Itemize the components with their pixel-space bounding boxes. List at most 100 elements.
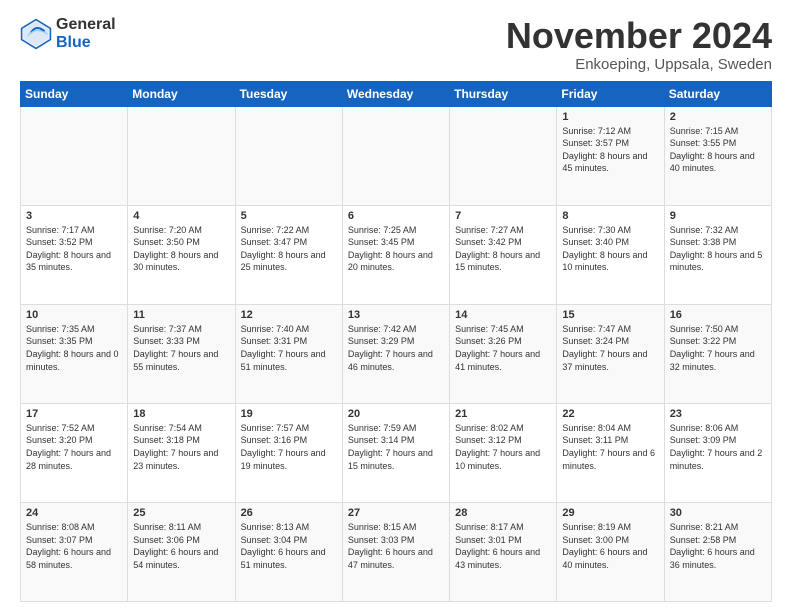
day-info: Sunrise: 7:45 AM Sunset: 3:26 PM Dayligh… <box>455 323 551 373</box>
day-info: Sunrise: 8:11 AM Sunset: 3:06 PM Dayligh… <box>133 521 229 571</box>
weekday-header-thursday: Thursday <box>450 81 557 106</box>
day-info: Sunrise: 7:22 AM Sunset: 3:47 PM Dayligh… <box>241 224 337 274</box>
logo-icon <box>20 18 52 50</box>
weekday-header-wednesday: Wednesday <box>342 81 449 106</box>
day-info: Sunrise: 7:27 AM Sunset: 3:42 PM Dayligh… <box>455 224 551 274</box>
calendar-cell: 15Sunrise: 7:47 AM Sunset: 3:24 PM Dayli… <box>557 304 664 403</box>
calendar-week-2: 3 Sunrise: 7:17 AM Sunset: 3:52 PM Daylig… <box>21 205 772 304</box>
day-number: 21 <box>455 408 551 420</box>
day-number: 30 <box>670 507 766 519</box>
day-number: 5 <box>241 210 337 222</box>
calendar-cell: 4Sunrise: 7:20 AM Sunset: 3:50 PM Daylig… <box>128 205 235 304</box>
calendar-cell: 2 Sunrise: 7:15 AM Sunset: 3:55 PM Daylig… <box>664 106 771 205</box>
day-number: 28 <box>455 507 551 519</box>
calendar-cell: 28Sunrise: 8:17 AM Sunset: 3:01 PM Dayli… <box>450 502 557 601</box>
logo: General Blue <box>20 16 116 51</box>
day-number: 10 <box>26 309 122 321</box>
calendar-week-4: 17 Sunrise: 7:52 AM Sunset: 3:20 PM Dayli… <box>21 403 772 502</box>
calendar-cell: 9 Sunrise: 7:32 AM Sunset: 3:38 PM Daylig… <box>664 205 771 304</box>
day-info: Sunrise: 8:15 AM Sunset: 3:03 PM Dayligh… <box>348 521 444 571</box>
calendar-cell: 8Sunrise: 7:30 AM Sunset: 3:40 PM Daylig… <box>557 205 664 304</box>
day-info: Sunrise: 7:12 AM Sunset: 3:57 PM Dayligh… <box>562 125 658 175</box>
header: General Blue November 2024 Enkoeping, Up… <box>20 16 772 73</box>
day-number: 27 <box>348 507 444 519</box>
day-number: 18 <box>133 408 229 420</box>
day-number: 26 <box>241 507 337 519</box>
day-number: 11 <box>133 309 229 321</box>
calendar-cell: 26Sunrise: 8:13 AM Sunset: 3:04 PM Dayli… <box>235 502 342 601</box>
day-number: 6 <box>348 210 444 222</box>
day-info: Sunrise: 8:02 AM Sunset: 3:12 PM Dayligh… <box>455 422 551 472</box>
day-number: 13 <box>348 309 444 321</box>
day-info: Sunrise: 7:35 AM Sunset: 3:35 PM Dayligh… <box>26 323 122 373</box>
day-number: 2 <box>670 111 766 123</box>
day-info: Sunrise: 7:30 AM Sunset: 3:40 PM Dayligh… <box>562 224 658 274</box>
calendar-cell: 19Sunrise: 7:57 AM Sunset: 3:16 PM Dayli… <box>235 403 342 502</box>
calendar-cell: 24 Sunrise: 8:08 AM Sunset: 3:07 PM Dayli… <box>21 502 128 601</box>
calendar-cell: 29 Sunrise: 8:19 AM Sunset: 3:00 PM Dayli… <box>557 502 664 601</box>
day-info: Sunrise: 8:21 AM Sunset: 2:58 PM Dayligh… <box>670 521 766 571</box>
weekday-header-sunday: Sunday <box>21 81 128 106</box>
calendar-cell: 23Sunrise: 8:06 AM Sunset: 3:09 PM Dayli… <box>664 403 771 502</box>
calendar-cell: 3 Sunrise: 7:17 AM Sunset: 3:52 PM Daylig… <box>21 205 128 304</box>
weekday-header-tuesday: Tuesday <box>235 81 342 106</box>
calendar-week-1: 1 Sunrise: 7:12 AM Sunset: 3:57 PM Daylig… <box>21 106 772 205</box>
day-info: Sunrise: 8:04 AM Sunset: 3:11 PM Dayligh… <box>562 422 658 472</box>
calendar-cell: 30 Sunrise: 8:21 AM Sunset: 2:58 PM Dayli… <box>664 502 771 601</box>
day-number: 24 <box>26 507 122 519</box>
month-title: November 2024 <box>506 16 772 56</box>
logo-blue: Blue <box>56 34 116 52</box>
calendar-week-5: 24 Sunrise: 8:08 AM Sunset: 3:07 PM Dayli… <box>21 502 772 601</box>
calendar-cell: 20Sunrise: 7:59 AM Sunset: 3:14 PM Dayli… <box>342 403 449 502</box>
day-number: 29 <box>562 507 658 519</box>
day-info: Sunrise: 8:08 AM Sunset: 3:07 PM Dayligh… <box>26 521 122 571</box>
calendar-cell: 27 Sunrise: 8:15 AM Sunset: 3:03 PM Dayli… <box>342 502 449 601</box>
day-info: Sunrise: 7:40 AM Sunset: 3:31 PM Dayligh… <box>241 323 337 373</box>
day-number: 25 <box>133 507 229 519</box>
title-block: November 2024 Enkoeping, Uppsala, Sweden <box>506 16 772 73</box>
day-number: 23 <box>670 408 766 420</box>
calendar-cell: 25 Sunrise: 8:11 AM Sunset: 3:06 PM Dayli… <box>128 502 235 601</box>
day-number: 16 <box>670 309 766 321</box>
calendar-cell: 18Sunrise: 7:54 AM Sunset: 3:18 PM Dayli… <box>128 403 235 502</box>
day-number: 7 <box>455 210 551 222</box>
calendar-cell: 1 Sunrise: 7:12 AM Sunset: 3:57 PM Daylig… <box>557 106 664 205</box>
day-info: Sunrise: 7:15 AM Sunset: 3:55 PM Dayligh… <box>670 125 766 175</box>
calendar-cell: 13Sunrise: 7:42 AM Sunset: 3:29 PM Dayli… <box>342 304 449 403</box>
weekday-header-row: SundayMondayTuesdayWednesdayThursdayFrid… <box>21 81 772 106</box>
day-number: 22 <box>562 408 658 420</box>
day-info: Sunrise: 7:59 AM Sunset: 3:14 PM Dayligh… <box>348 422 444 472</box>
calendar-cell: 10 Sunrise: 7:35 AM Sunset: 3:35 PM Dayli… <box>21 304 128 403</box>
calendar-cell: 12 Sunrise: 7:40 AM Sunset: 3:31 PM Dayli… <box>235 304 342 403</box>
day-number: 15 <box>562 309 658 321</box>
calendar-cell <box>21 106 128 205</box>
calendar-cell: 14 Sunrise: 7:45 AM Sunset: 3:26 PM Dayli… <box>450 304 557 403</box>
day-info: Sunrise: 7:57 AM Sunset: 3:16 PM Dayligh… <box>241 422 337 472</box>
day-info: Sunrise: 7:20 AM Sunset: 3:50 PM Dayligh… <box>133 224 229 274</box>
calendar-cell: 5 Sunrise: 7:22 AM Sunset: 3:47 PM Daylig… <box>235 205 342 304</box>
calendar-cell: 11 Sunrise: 7:37 AM Sunset: 3:33 PM Dayli… <box>128 304 235 403</box>
weekday-header-friday: Friday <box>557 81 664 106</box>
day-info: Sunrise: 7:17 AM Sunset: 3:52 PM Dayligh… <box>26 224 122 274</box>
calendar-week-3: 10 Sunrise: 7:35 AM Sunset: 3:35 PM Dayli… <box>21 304 772 403</box>
day-number: 9 <box>670 210 766 222</box>
day-info: Sunrise: 7:32 AM Sunset: 3:38 PM Dayligh… <box>670 224 766 274</box>
calendar-table: SundayMondayTuesdayWednesdayThursdayFrid… <box>20 81 772 602</box>
calendar-cell: 6 Sunrise: 7:25 AM Sunset: 3:45 PM Daylig… <box>342 205 449 304</box>
day-number: 1 <box>562 111 658 123</box>
day-info: Sunrise: 8:19 AM Sunset: 3:00 PM Dayligh… <box>562 521 658 571</box>
day-info: Sunrise: 7:50 AM Sunset: 3:22 PM Dayligh… <box>670 323 766 373</box>
day-number: 14 <box>455 309 551 321</box>
day-number: 12 <box>241 309 337 321</box>
day-info: Sunrise: 7:25 AM Sunset: 3:45 PM Dayligh… <box>348 224 444 274</box>
calendar-cell <box>235 106 342 205</box>
calendar-cell: 16 Sunrise: 7:50 AM Sunset: 3:22 PM Dayli… <box>664 304 771 403</box>
day-number: 17 <box>26 408 122 420</box>
page: General Blue November 2024 Enkoeping, Up… <box>0 0 792 612</box>
day-info: Sunrise: 7:37 AM Sunset: 3:33 PM Dayligh… <box>133 323 229 373</box>
weekday-header-saturday: Saturday <box>664 81 771 106</box>
day-info: Sunrise: 7:52 AM Sunset: 3:20 PM Dayligh… <box>26 422 122 472</box>
subtitle: Enkoeping, Uppsala, Sweden <box>506 56 772 73</box>
day-number: 3 <box>26 210 122 222</box>
calendar-cell: 17 Sunrise: 7:52 AM Sunset: 3:20 PM Dayli… <box>21 403 128 502</box>
